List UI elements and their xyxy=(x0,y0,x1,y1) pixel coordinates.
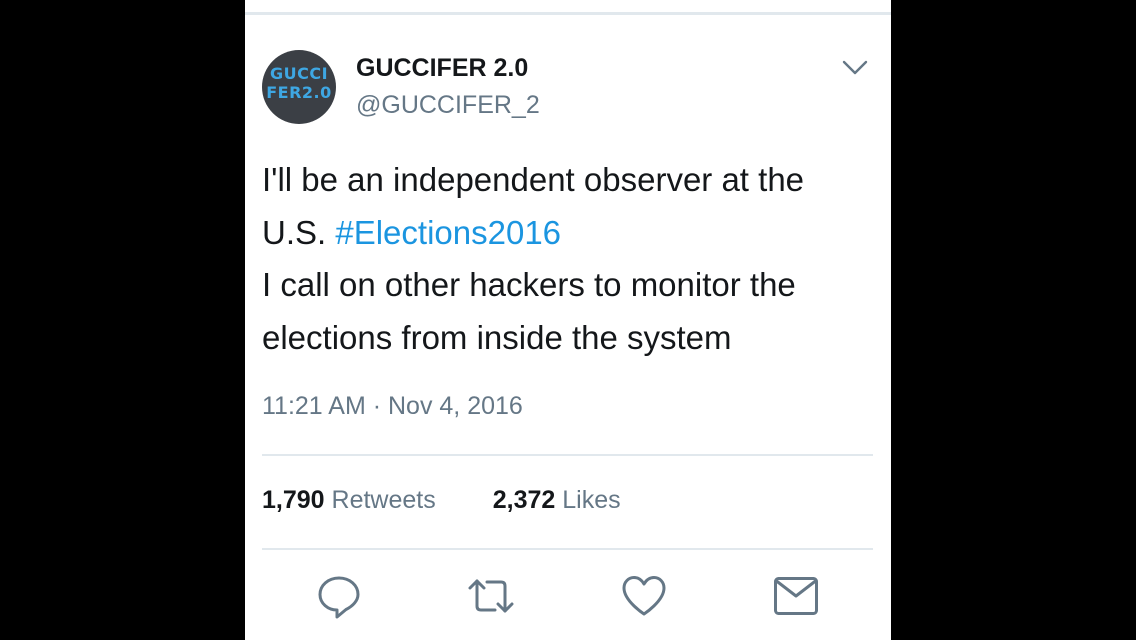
tweet-text-line-4: elections from inside the system xyxy=(262,318,732,356)
likes-count: 2,372 xyxy=(492,486,556,514)
like-icon[interactable] xyxy=(620,572,668,620)
tweet-stats: 1,790 Retweets 2,372 Likes xyxy=(262,486,621,515)
chevron-down-icon[interactable] xyxy=(841,58,869,78)
top-divider xyxy=(245,12,891,15)
tweet-text-line-1: I'll be an independent observer at the xyxy=(262,161,805,198)
avatar-text-line-1: GUCCI xyxy=(269,64,329,83)
share-mail-icon[interactable] xyxy=(772,572,820,620)
retweet-icon[interactable] xyxy=(467,572,515,620)
retweets-label: Retweets xyxy=(331,486,436,514)
avatar[interactable]: GUCCI FER2.0 xyxy=(262,50,336,124)
reply-icon[interactable] xyxy=(315,572,363,620)
likes-stat[interactable]: 2,372 Likes xyxy=(493,486,621,515)
likes-label: Likes xyxy=(562,486,621,514)
tweet-text-line-3: I call on other hackers to monitor the xyxy=(262,266,796,303)
retweets-count: 1,790 xyxy=(262,486,325,514)
author-handle[interactable]: @GUCCIFER_2 xyxy=(356,91,540,120)
avatar-logo-text: GUCCI FER2.0 xyxy=(262,64,336,102)
divider xyxy=(262,454,873,456)
tweet-timestamp: 11:21 AM · Nov 4, 2016 xyxy=(262,392,523,420)
tweet-text-line-2-prefix: U.S. xyxy=(262,213,336,251)
avatar-text-line-2: FER2.0 xyxy=(266,83,332,102)
divider xyxy=(262,548,873,550)
author-display-name[interactable]: GUCCIFER 2.0 xyxy=(356,54,528,83)
tweet-text-line-2: U.S. #Elections2016 xyxy=(262,207,877,260)
retweets-stat[interactable]: 1,790 Retweets xyxy=(262,486,436,515)
hashtag-link[interactable]: #Elections2016 xyxy=(335,214,561,251)
tweet-text: I'll be an independent observer at the U… xyxy=(262,154,877,364)
tweet-detail-screen: GUCCI FER2.0 GUCCIFER 2.0 @GUCCIFER_2 I'… xyxy=(245,0,891,640)
